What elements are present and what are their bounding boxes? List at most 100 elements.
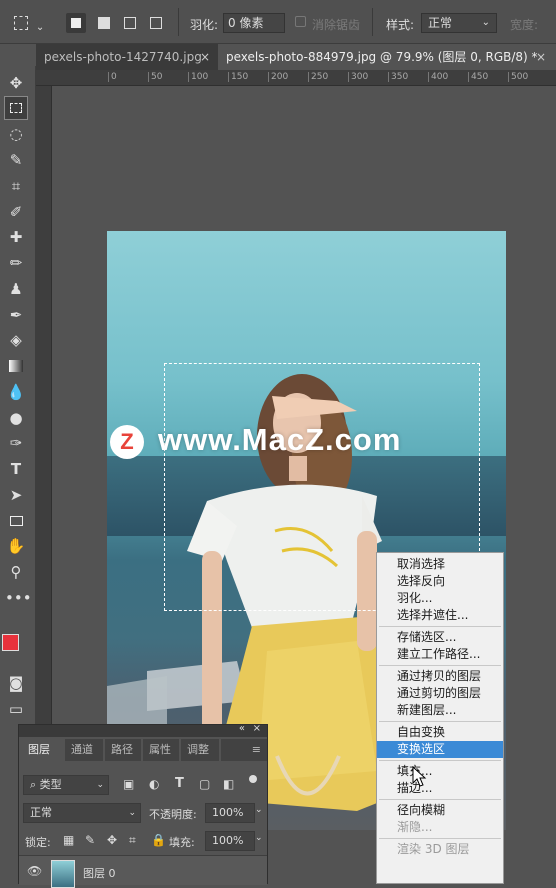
tab-layers[interactable]: 图层	[19, 739, 63, 761]
new-selection-button[interactable]	[66, 13, 86, 33]
menu-item: 渐隐...	[397, 820, 433, 834]
subtract-selection-button[interactable]	[120, 13, 140, 33]
brush-tool-icon[interactable]: ✏	[5, 252, 27, 274]
lock-position-icon[interactable]: ✥	[107, 833, 117, 847]
layer-name: 图层 0	[83, 867, 116, 880]
foreground-color-swatch[interactable]	[2, 634, 19, 651]
document-tab-bar: pexels-photo-1427740.jpg × pexels-photo-…	[36, 44, 556, 70]
ruler-tick-label: 200	[268, 72, 288, 82]
feather-input[interactable]: 0 像素	[223, 13, 285, 33]
menu-item[interactable]: 自由变换	[377, 724, 503, 741]
ruler-tick-label: 250	[308, 72, 328, 82]
marquee-preset-picker[interactable]: ⌄	[14, 13, 50, 33]
lasso-tool-icon[interactable]: ◌	[5, 123, 27, 145]
menu-item[interactable]: 选择反向	[377, 573, 503, 590]
lock-all-icon[interactable]: 🔒	[151, 833, 166, 847]
clone-stamp-tool-icon[interactable]: ♟	[5, 278, 27, 300]
quick-select-tool-icon[interactable]: ✎	[5, 149, 27, 171]
filter-toggle[interactable]	[249, 775, 257, 783]
filter-shape-icon[interactable]: ▢	[199, 777, 210, 791]
collapse-icon[interactable]: «	[239, 723, 245, 734]
opacity-input[interactable]: 100%	[205, 803, 255, 823]
tab-paths[interactable]: 路径	[105, 739, 141, 761]
pen-tool-icon[interactable]: ✑	[5, 432, 27, 454]
screen-mode-icon[interactable]: ▭	[5, 698, 27, 720]
blend-mode-select[interactable]: 正常 ⌄	[23, 803, 141, 823]
tab-label: pexels-photo-1427740.jpg	[44, 50, 202, 64]
layer-row[interactable]: 👁 图层 0	[19, 855, 267, 888]
filter-type-icon[interactable]: T	[175, 776, 184, 791]
mouse-cursor-icon	[412, 766, 427, 787]
lock-pixels-icon[interactable]: ✎	[85, 833, 95, 847]
filter-adjustment-icon[interactable]: ◐	[149, 777, 159, 791]
ruler-tick-label: 50	[148, 72, 162, 82]
menu-item[interactable]: 建立工作路径...	[377, 646, 503, 663]
intersect-selection-button[interactable]	[146, 13, 166, 33]
history-brush-tool-icon[interactable]: ✒	[5, 304, 27, 326]
menu-item[interactable]: 羽化...	[377, 590, 503, 607]
menu-separator	[379, 760, 501, 761]
type-tool-icon[interactable]: T	[5, 458, 27, 480]
close-icon[interactable]: ×	[536, 44, 546, 70]
ruler-tick-label: 500	[508, 72, 528, 82]
ruler-tick-label: 150	[228, 72, 248, 82]
gradient-tool-icon[interactable]	[5, 355, 27, 377]
chevron-down-icon: ⌄	[128, 808, 136, 818]
close-icon[interactable]: ×	[253, 723, 261, 734]
crop-tool-icon[interactable]: ⌗	[5, 175, 27, 197]
eraser-tool-icon[interactable]: ◈	[5, 329, 27, 351]
ruler-tick-label: 0	[108, 72, 117, 82]
menu-separator	[379, 626, 501, 627]
style-select[interactable]: 正常 ⌄	[421, 13, 497, 33]
close-icon[interactable]: ×	[200, 44, 210, 70]
tab-document-2[interactable]: pexels-photo-884979.jpg @ 79.9% (图层 0, R…	[218, 44, 556, 70]
filter-smart-icon[interactable]: ◧	[223, 777, 234, 791]
menu-item[interactable]: 径向模糊	[377, 802, 503, 819]
blur-tool-icon[interactable]: 💧	[5, 381, 27, 403]
chevron-down-icon[interactable]: ⌄	[255, 805, 263, 815]
tab-channels[interactable]: 通道	[65, 739, 103, 761]
tab-adjustments[interactable]: 调整	[181, 739, 219, 761]
menu-item[interactable]: 存储选区...	[377, 629, 503, 646]
hand-tool-icon[interactable]: ✋	[5, 535, 27, 557]
watermark-text: www.MacZ.com	[158, 422, 402, 457]
menu-item[interactable]: 通过拷贝的图层	[377, 668, 503, 685]
add-selection-icon	[98, 17, 110, 29]
tab-document-1[interactable]: pexels-photo-1427740.jpg ×	[36, 44, 214, 70]
fill-input[interactable]: 100%	[205, 831, 255, 851]
opacity-label: 不透明度:	[149, 808, 197, 821]
rect-marquee-tool-icon[interactable]	[4, 96, 28, 120]
more-tools-icon[interactable]: •••	[5, 587, 32, 609]
lock-artboard-icon[interactable]: ⌗	[129, 833, 136, 848]
antialias-checkbox[interactable]	[295, 16, 306, 27]
eyedropper-tool-icon[interactable]: ✐	[5, 201, 27, 223]
menu-item[interactable]: 变换选区	[377, 741, 503, 758]
healing-tool-icon[interactable]: ✚	[5, 226, 27, 248]
move-tool-icon[interactable]: ✥	[5, 72, 27, 94]
chevron-down-icon: ⌄	[481, 17, 490, 28]
path-select-tool-icon[interactable]: ➤	[5, 484, 27, 506]
dodge-tool-icon[interactable]: ●	[5, 407, 27, 429]
quick-mask-icon[interactable]: ◙	[5, 672, 27, 694]
filter-pixel-icon[interactable]: ▣	[123, 777, 134, 791]
rectangle-tool-icon[interactable]	[5, 510, 27, 532]
menu-item[interactable]: 填充...	[377, 763, 503, 780]
menu-item[interactable]: 描边...	[377, 780, 503, 797]
eye-icon[interactable]: 👁	[27, 864, 42, 878]
layers-panel: « × 图层 通道 路径 属性 调整 ≡ ⌕ 类型 ⌄ ▣ ◐ T ▢ ◧ 正常…	[18, 723, 268, 888]
lock-transparent-icon[interactable]: ▦	[63, 833, 74, 847]
watermark-logo-letter: Z	[120, 429, 134, 454]
menu-item[interactable]: 取消选择	[377, 556, 503, 573]
menu-item[interactable]: 通过剪切的图层	[377, 685, 503, 702]
zoom-tool-icon[interactable]: ⚲	[5, 561, 27, 583]
chevron-down-icon[interactable]: ⌄	[255, 833, 263, 843]
chevron-down-icon: ⌄	[35, 22, 45, 33]
menu-item[interactable]: 选择并遮住...	[377, 607, 503, 624]
menu-item[interactable]: 新建图层...	[377, 702, 503, 719]
panel-menu[interactable]: ≡	[221, 739, 267, 761]
menu-separator	[379, 665, 501, 666]
tab-properties[interactable]: 属性	[143, 739, 179, 761]
layer-filter-select[interactable]: ⌕ 类型 ⌄	[23, 775, 109, 795]
add-selection-button[interactable]	[94, 13, 114, 33]
divider	[372, 8, 373, 36]
